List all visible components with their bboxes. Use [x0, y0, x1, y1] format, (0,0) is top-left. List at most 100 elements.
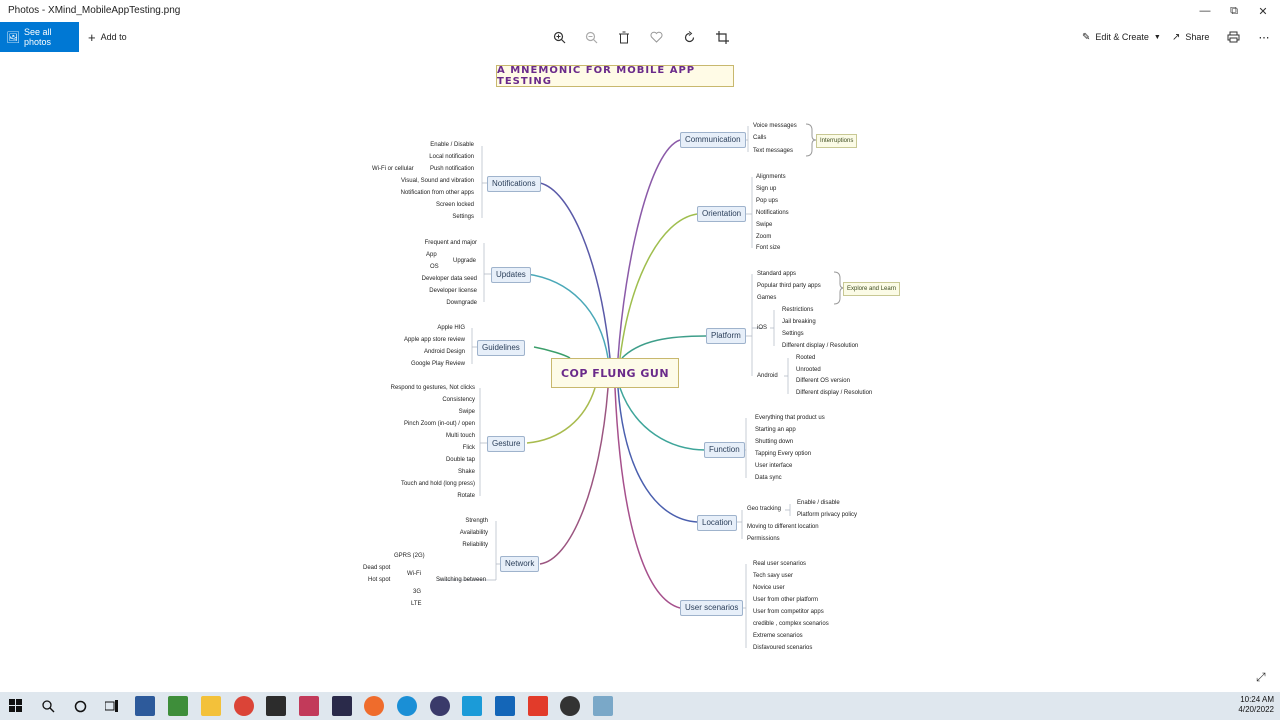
app-icon[interactable]: [462, 696, 482, 716]
orientation-item: Pop ups: [756, 198, 779, 204]
notification-item: Local notification: [429, 154, 474, 160]
gesture-item: Consistency: [442, 397, 475, 403]
communication-item: Voice messages: [753, 123, 797, 129]
communication-node: Communication: [680, 132, 746, 148]
zoom-in-icon[interactable]: [551, 29, 567, 45]
geo-item: Platform privacy policy: [797, 512, 858, 518]
user-scenario-item: User from other platform: [753, 597, 819, 603]
print-icon[interactable]: [1225, 29, 1241, 45]
notification-item: Notification from other apps: [400, 190, 474, 196]
full-screen-icon[interactable]: ⤢: [1256, 670, 1266, 685]
add-to-button[interactable]: + Add to: [88, 22, 127, 52]
add-to-label: Add to: [100, 32, 127, 42]
crop-icon[interactable]: [714, 29, 730, 45]
app-icon[interactable]: [135, 696, 155, 716]
central-topic: COP FLUNG GUN: [551, 358, 679, 388]
app-label: App: [426, 252, 437, 258]
app-icon[interactable]: [560, 696, 580, 716]
guideline-item: Apple app store review: [403, 337, 465, 343]
android-item: Unrooted: [796, 367, 821, 373]
plus-icon: +: [88, 29, 96, 45]
function-item: Shutting down: [755, 439, 794, 445]
see-all-photos-label: See all photos: [23, 27, 52, 47]
switching-between-label: Switching between: [436, 577, 487, 583]
system-clock[interactable]: 10:24 AM 4/20/2022: [1238, 695, 1274, 715]
ios-label: iOS: [757, 325, 768, 331]
delete-icon[interactable]: [616, 29, 632, 45]
see-all-photos-button[interactable]: 🖼 See all photos: [0, 22, 79, 52]
notification-item: Enable / Disable: [430, 142, 474, 148]
function-item: Data sync: [755, 475, 782, 481]
edge-icon[interactable]: [397, 696, 417, 716]
location-item: Moving to different location: [747, 524, 819, 530]
lte-label: LTE: [411, 601, 422, 607]
toolbar: 🖼 See all photos + Add to ✎ Edit & Creat…: [0, 22, 1280, 52]
intellij-icon[interactable]: [332, 696, 352, 716]
android-label: Android: [757, 373, 778, 379]
more-icon[interactable]: ⋯: [1256, 29, 1272, 45]
favorite-icon[interactable]: [648, 29, 664, 45]
share-button[interactable]: ↗ Share: [1172, 22, 1209, 52]
explore-learn-note: Explore and Learn: [843, 282, 901, 296]
orientation-item: Sign up: [756, 186, 777, 192]
interruptions-note: Interruptions: [816, 134, 858, 148]
mind-map-title: A MNEMONIC FOR MOBILE APP TESTING: [496, 65, 734, 87]
network-node: Network: [500, 556, 540, 572]
windows-start-icon[interactable]: [6, 696, 26, 716]
gesture-item: Multi touch: [445, 433, 475, 439]
user-scenario-item: Extreme scenarios: [753, 633, 803, 639]
gesture-node: Gesture: [487, 436, 526, 452]
zoom-out-icon[interactable]: [583, 29, 599, 45]
location-node: Location: [697, 515, 738, 531]
android-item: Rooted: [796, 355, 816, 361]
ios-item: Restrictions: [782, 307, 814, 313]
communication-item: Text messages: [753, 148, 794, 154]
updates-node: Updates: [491, 267, 531, 283]
os-label: OS: [430, 264, 439, 270]
chevron-down-icon: ▼: [1153, 33, 1161, 41]
photos-icon[interactable]: [495, 696, 515, 716]
function-item: Tapping Every option: [755, 451, 812, 457]
close-icon[interactable]: ✕: [1246, 0, 1280, 22]
search-icon[interactable]: [38, 696, 58, 716]
app-icon[interactable]: [168, 696, 188, 716]
edit-create-button[interactable]: ✎ Edit & Create ▼: [1082, 22, 1161, 52]
task-view-icon[interactable]: [102, 696, 122, 716]
guidelines-node: Guidelines: [477, 340, 525, 356]
chrome-icon[interactable]: [234, 696, 254, 716]
clock-date: 4/20/2022: [1238, 705, 1274, 714]
hot-spot-label: Hot spot: [368, 577, 391, 583]
gesture-item: Touch and hold (long press): [400, 481, 475, 487]
network-item: Strength: [465, 518, 488, 524]
ios-item: Different display / Resolution: [782, 343, 859, 349]
app-icon[interactable]: [299, 696, 319, 716]
user-scenarios-node: User scenarios: [680, 600, 744, 616]
sticky-notes-icon[interactable]: [266, 696, 286, 716]
notifications-node: Notifications: [487, 176, 541, 192]
app-icon[interactable]: [430, 696, 450, 716]
gprs-label: GPRS (2G): [394, 553, 425, 559]
orientation-item: Notifications: [756, 210, 789, 216]
gesture-item: Rotate: [457, 493, 475, 499]
platform-node: Platform: [706, 328, 746, 344]
user-scenario-item: Disfavoured scenarios: [753, 645, 813, 651]
update-item: Frequent and major: [424, 240, 477, 246]
update-item: Downgrade: [446, 300, 477, 306]
photos-icon: 🖼: [6, 31, 20, 44]
orientation-item: Font size: [756, 245, 781, 251]
rotate-icon[interactable]: [681, 29, 697, 45]
xmind-icon[interactable]: [528, 696, 548, 716]
app-icon[interactable]: [593, 696, 613, 716]
wifi-cellular-label: Wi-Fi or cellular: [372, 166, 414, 172]
cortana-icon[interactable]: [70, 696, 90, 716]
platform-item: Popular third party apps: [757, 283, 821, 289]
postman-icon[interactable]: [364, 696, 384, 716]
ios-item: Jail breaking: [782, 319, 816, 325]
file-explorer-icon[interactable]: [201, 696, 221, 716]
upgrade-label: Upgrade: [453, 258, 477, 264]
communication-item: Calls: [753, 135, 767, 141]
function-item: Everything that product us: [755, 415, 825, 421]
function-item: Starting an app: [755, 427, 796, 433]
gesture-item: Pinch Zoom (in-out) / open: [403, 421, 475, 427]
clock-time: 10:24 AM: [1240, 695, 1274, 704]
